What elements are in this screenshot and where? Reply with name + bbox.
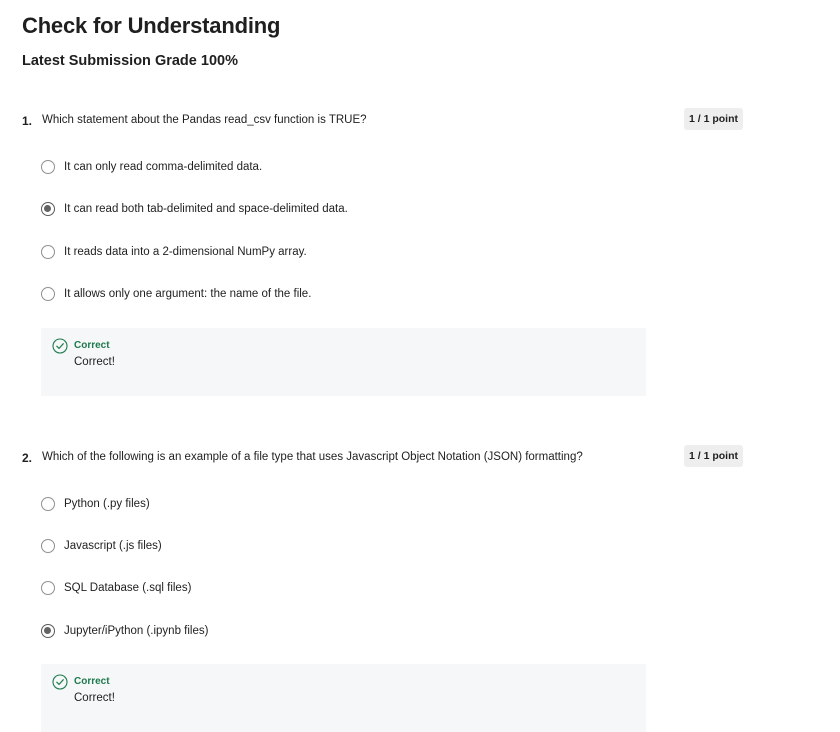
radio-button[interactable] [41,202,55,216]
feedback-message: Correct! [74,356,115,368]
option-label: Python (.py files) [64,498,150,510]
answer-option-2-1[interactable]: Python (.py files) [41,494,150,514]
feedback-status: Correct [74,340,110,351]
answer-option-2-4[interactable]: Jupyter/iPython (.ipynb files) [41,621,208,641]
feedback-box-2: Correct Correct! [41,664,646,732]
feedback-status: Correct [74,676,110,687]
answer-option-2-2[interactable]: Javascript (.js files) [41,536,162,556]
option-label: It can only read comma-delimited data. [64,161,263,173]
answer-option-1-1[interactable]: It can only read comma-delimited data. [41,157,262,177]
check-circle-icon [52,338,68,354]
radio-button[interactable] [41,245,55,259]
question-text: Which statement about the Pandas read_cs… [42,114,367,126]
feedback-message: Correct! [74,692,115,704]
option-label: It reads data into a 2-dimensional NumPy… [64,246,307,258]
check-circle-icon [52,674,68,690]
option-label: It can read both tab-delimited and space… [64,203,348,215]
answer-option-2-3[interactable]: SQL Database (.sql files) [41,578,191,598]
points-badge: 1 / 1 point [684,445,744,467]
radio-button[interactable] [41,581,55,595]
points-badge: 1 / 1 point [684,108,744,130]
answer-option-1-4[interactable]: It allows only one argument: the name of… [41,284,311,304]
question-text: Which of the following is an example of … [42,451,583,463]
feedback-box-1: Correct Correct! [41,328,646,396]
option-label: It allows only one argument: the name of… [64,288,312,300]
page-title: Check for Understanding [22,13,281,38]
option-label: SQL Database (.sql files) [64,582,192,594]
option-label: Javascript (.js files) [64,540,162,552]
question-number: 1. [22,114,33,128]
radio-button[interactable] [41,624,55,638]
radio-button[interactable] [41,287,55,301]
answer-option-1-3[interactable]: It reads data into a 2-dimensional NumPy… [41,242,307,262]
question-number: 2. [22,451,33,465]
radio-button[interactable] [41,497,55,511]
radio-button[interactable] [41,160,55,174]
option-label: Jupyter/iPython (.ipynb files) [64,625,209,637]
submission-grade: Latest Submission Grade 100% [22,53,238,69]
answer-option-1-2[interactable]: It can read both tab-delimited and space… [41,199,348,219]
radio-button[interactable] [41,539,55,553]
